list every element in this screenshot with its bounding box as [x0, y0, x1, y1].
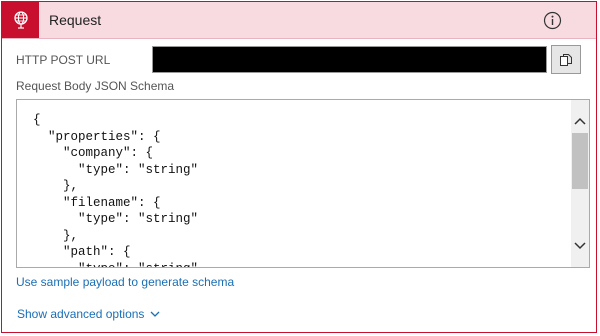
code-line: "filename": {: [33, 195, 161, 210]
code-line: },: [33, 179, 79, 193]
chevron-down-icon: [150, 311, 160, 317]
globe-request-icon: [2, 2, 39, 38]
use-sample-payload-link[interactable]: Use sample payload to generate schema: [16, 275, 234, 289]
json-schema-editor[interactable]: { "properties": { "company": { "type": "…: [16, 99, 590, 268]
code-line: "properties": {: [33, 129, 161, 144]
copy-url-button[interactable]: [551, 45, 581, 74]
schema-label: Request Body JSON Schema: [16, 79, 175, 93]
code-line: },: [33, 228, 79, 243]
code-line: {: [33, 113, 41, 127]
http-post-url-label: HTTP POST URL: [16, 53, 111, 67]
scrollbar-thumb[interactable]: [572, 133, 588, 189]
scroll-up-icon[interactable]: [571, 112, 589, 130]
code-line: "company": {: [33, 146, 154, 160]
code-line: "path": {: [33, 245, 131, 259]
code-line: "type": "string": [33, 212, 199, 226]
code-line: "type": "string": [33, 261, 573, 268]
show-advanced-options-toggle[interactable]: Show advanced options: [17, 307, 160, 321]
request-trigger-card: Request HTTP POST URL Request Body JSON …: [1, 1, 597, 333]
card-title: Request: [49, 12, 102, 28]
card-header[interactable]: Request: [2, 2, 596, 39]
scroll-down-icon[interactable]: [571, 237, 589, 255]
editor-scrollbar[interactable]: [571, 100, 589, 267]
json-schema-code[interactable]: { "properties": { "company": { "type": "…: [33, 112, 573, 268]
copy-icon: [560, 53, 572, 66]
http-post-url-field[interactable]: [152, 46, 547, 73]
info-icon[interactable]: [542, 10, 562, 30]
code-line: "type": "string": [33, 162, 199, 177]
advanced-options-label: Show advanced options: [17, 307, 145, 321]
